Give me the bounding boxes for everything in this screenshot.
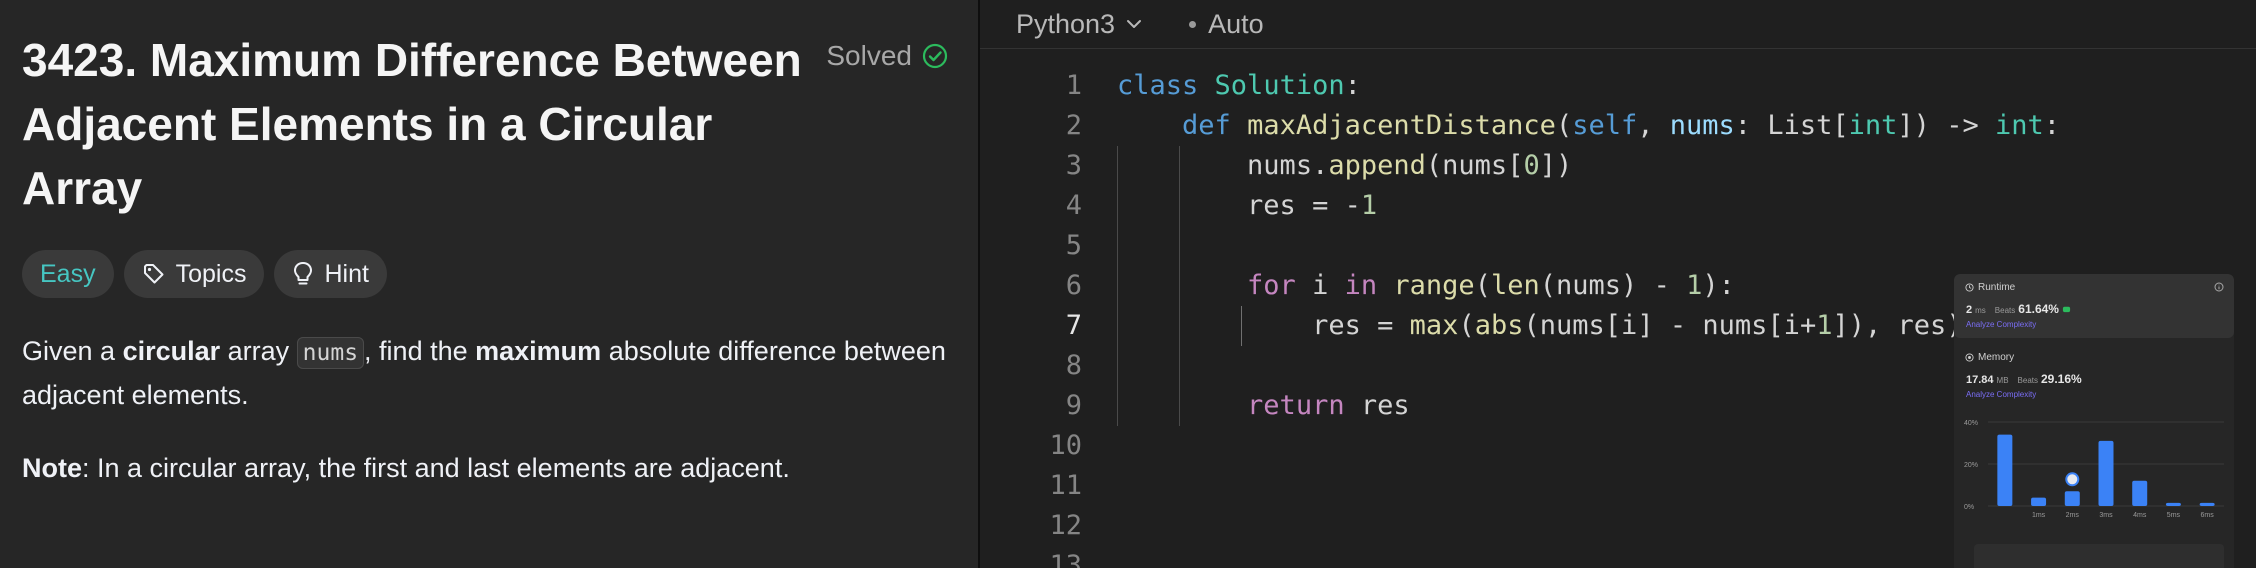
code-line[interactable] [1117,346,2060,386]
y-tick-label: 20% [1964,462,1978,469]
problem-note: Note: In a circular array, the first and… [22,447,952,489]
difficulty-badge[interactable]: Easy [22,250,114,298]
line-number-gutter: 1 2 3 4 5 6 7 8 9 10 11 12 13 [980,66,1082,568]
line-number: 5 [1065,230,1082,261]
problem-tags: Easy Topics Hint [22,250,387,298]
code-editor[interactable]: class Solution: def maxAdjacentDistance(… [1117,66,2060,426]
submission-stats-card: Runtime 2 ms Beats 61.64% Analyze Complexi… [1954,274,2234,568]
code-line[interactable]: nums.append(nums[0]) [1117,146,2060,186]
hand-icon [2062,306,2071,313]
memory-value: 17.84 MB Beats 29.16% [1966,372,2082,386]
code-line[interactable]: res = -1 [1117,186,2060,226]
code-line[interactable]: class Solution: [1117,66,2060,106]
auto-mode[interactable]: Auto [1189,9,1264,40]
check-circle-icon [922,43,948,69]
chart-bar[interactable] [2199,502,2215,506]
x-tick-label: 6ms [2201,512,2215,519]
editor-toolbar: Python3 Auto [980,0,2256,49]
code-line[interactable]: for i in range(len(nums) - 1): [1117,266,2060,306]
x-tick-label: 4ms [2133,512,2147,519]
chevron-down-icon [1127,20,1142,28]
solved-label: Solved [826,40,912,71]
x-tick-label: 3ms [2099,512,2113,519]
x-tick-label: 1ms [2032,512,2046,519]
chart-bar[interactable] [2064,491,2080,506]
line-number: 6 [1065,270,1082,301]
inline-code: nums [296,337,365,369]
memory-panel[interactable]: Memory 17.84 MB Beats 29.16% Analyze Compl… [1954,344,2234,408]
language-selector[interactable]: Python3 [1016,9,1145,40]
line-number: 12 [1049,510,1082,541]
chip-icon [1965,353,1974,362]
language-label: Python3 [1016,8,1116,39]
problem-title: 3423. Maximum Difference Between Adjacen… [22,34,802,214]
line-number: 8 [1065,350,1082,381]
line-number: 1 [1065,70,1082,101]
y-tick-label: 40% [1964,420,1978,427]
line-number: 3 [1065,150,1082,181]
runtime-analyze-link[interactable]: Analyze Complexity [1966,320,2036,329]
chart-bar[interactable] [1997,434,2013,506]
scroll-strip[interactable] [1974,544,2224,568]
line-number: 4 [1065,190,1082,221]
code-line[interactable]: res = max(abs(nums[i] - nums[i+1]), res) [1117,306,2060,346]
problem-description: Given a circular array nums, find the ma… [22,336,946,410]
memory-analyze-link[interactable]: Analyze Complexity [1966,390,2036,399]
runtime-distribution-chart[interactable]: 40% 20% 0% 1ms 2ms 3ms 4ms 5ms 6ms [1954,410,2234,544]
chart-bar[interactable] [2098,440,2114,506]
info-icon[interactable] [2214,282,2224,292]
note-label: Note [22,453,82,483]
x-tick-label: 5ms [2167,512,2181,519]
lightbulb-icon [294,262,313,285]
topics-label: Topics [175,259,247,288]
code-line[interactable]: def maxAdjacentDistance(self, nums: List… [1117,106,2060,146]
code-line[interactable]: return res [1117,386,2060,426]
user-marker-icon [2065,472,2080,487]
tag-icon [143,264,164,284]
runtime-panel[interactable]: Runtime 2 ms Beats 61.64% Analyze Complexi… [1954,274,2234,338]
memory-header: Memory [1965,352,2014,363]
line-number: 13 [1049,550,1082,568]
solved-status: Solved [826,40,948,72]
chart-bar[interactable] [2031,497,2047,506]
x-tick-label: 2ms [2066,512,2080,519]
editor-pane: Python3 Auto 1 2 3 4 5 6 7 8 9 10 11 12 13 class Sol… [980,0,2256,568]
runtime-value: 2 ms Beats 61.64% [1966,302,2071,316]
problem-pane: 3423. Maximum Difference Between Adjacen… [0,0,978,568]
hint-button[interactable]: Hint [274,250,387,298]
chart-bar[interactable] [2165,502,2181,506]
note-text: : In a circular array, the first and las… [82,453,790,483]
line-number: 2 [1065,110,1082,141]
line-number: 7 [1065,310,1082,341]
line-number: 11 [1049,470,1082,501]
y-tick-label: 0% [1964,504,1974,511]
line-number: 9 [1065,390,1082,421]
runtime-header: Runtime [1965,282,2015,293]
code-line[interactable] [1117,226,2060,266]
difficulty-label: Easy [40,259,96,288]
auto-label: Auto [1208,8,1264,39]
dot-icon [1189,20,1197,28]
hint-label: Hint [324,259,369,288]
topics-button[interactable]: Topics [123,250,265,298]
line-number: 10 [1049,430,1082,461]
clock-icon [1965,283,1974,292]
chart-bar[interactable] [2132,480,2148,506]
